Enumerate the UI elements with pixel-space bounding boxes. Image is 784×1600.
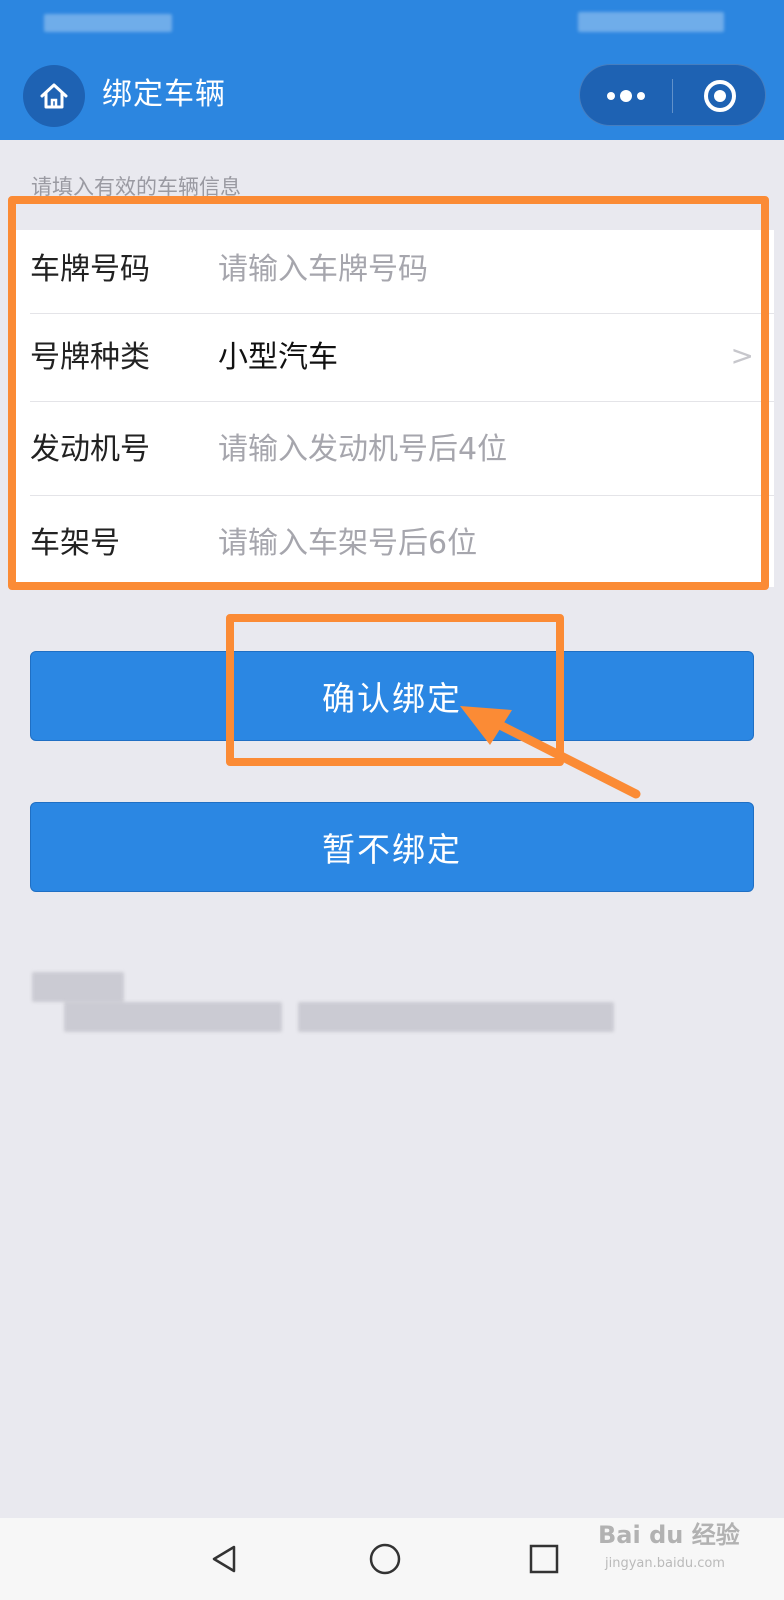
target-circle-icon xyxy=(704,80,736,112)
status-bar-right-blurred xyxy=(578,12,724,32)
field-plate-type[interactable]: 号牌种类 小型汽车 > xyxy=(10,314,774,402)
plate-number-input[interactable]: 请输入车牌号码 xyxy=(218,250,428,290)
baidu-watermark: Bai du 经验 xyxy=(598,1521,740,1549)
baidu-watermark-url: jingyan.baidu.com xyxy=(605,1556,725,1571)
more-button[interactable] xyxy=(580,65,672,127)
field-label: 号牌种类 xyxy=(30,340,150,375)
close-program-button[interactable] xyxy=(673,65,767,127)
home-circle-icon[interactable] xyxy=(368,1542,402,1576)
field-label: 发动机号 xyxy=(30,432,150,467)
blurred-footer-line-2a xyxy=(64,1002,282,1032)
field-engine-number[interactable]: 发动机号 请输入发动机号后4位 xyxy=(10,402,774,496)
mini-program-capsule xyxy=(579,64,766,126)
page-title: 绑定车辆 xyxy=(102,77,226,112)
vehicle-form: 车牌号码 请输入车牌号码 号牌种类 小型汽车 > 发动机号 请输入发动机号后4位… xyxy=(10,230,774,587)
vin-input[interactable]: 请输入车架号后6位 xyxy=(218,524,477,564)
back-triangle-icon[interactable] xyxy=(208,1543,240,1575)
field-label: 车牌号码 xyxy=(30,252,150,287)
blurred-footer-line-2b xyxy=(298,1002,614,1032)
recent-apps-square-icon[interactable] xyxy=(528,1543,560,1575)
more-dots-icon xyxy=(607,90,645,102)
form-hint: 请填入有效的车辆信息 xyxy=(31,175,241,199)
status-bar-left-blurred xyxy=(44,14,172,32)
field-vin[interactable]: 车架号 请输入车架号后6位 xyxy=(10,496,774,587)
home-button[interactable] xyxy=(23,65,85,127)
field-plate-number[interactable]: 车牌号码 请输入车牌号码 xyxy=(10,230,774,314)
pointer-arrow-icon xyxy=(460,706,641,799)
home-icon xyxy=(40,83,68,109)
app-header: 绑定车辆 xyxy=(0,0,784,140)
field-label: 车架号 xyxy=(30,526,120,561)
engine-number-input[interactable]: 请输入发动机号后4位 xyxy=(218,430,507,470)
blurred-footer-line-1 xyxy=(32,972,124,1002)
plate-type-select[interactable]: 小型汽车 xyxy=(218,338,338,378)
chevron-right-icon: > xyxy=(730,339,754,372)
